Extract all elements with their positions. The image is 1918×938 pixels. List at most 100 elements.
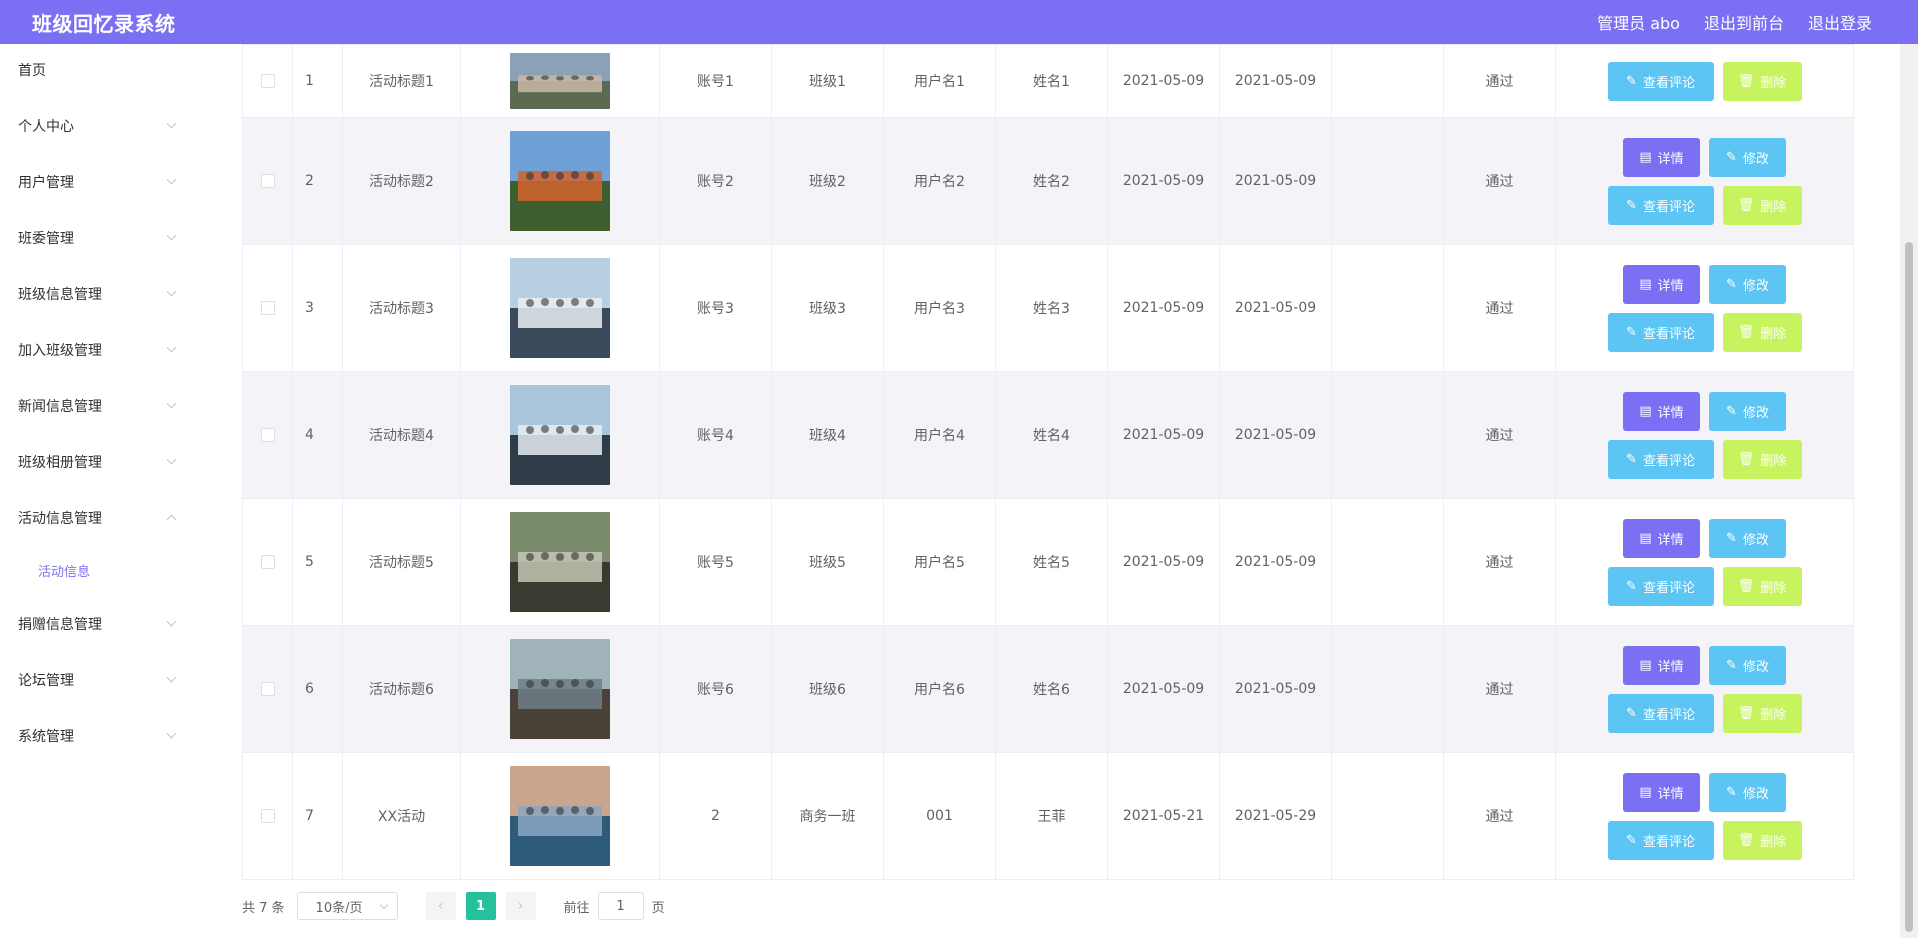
trash-icon: 🗑 xyxy=(1737,197,1755,213)
sidebar-item-profile[interactable]: 个人中心 xyxy=(0,106,197,146)
activity-photo xyxy=(510,53,610,109)
edit-button[interactable]: ✎ 修改 xyxy=(1709,137,1786,177)
sidebar-item-users[interactable]: 用户管理 xyxy=(0,162,197,202)
sidebar-item-class-info[interactable]: 班级信息管理 xyxy=(0,274,197,314)
actions-cell: ✎ 查看评论 🗑 删除 xyxy=(1555,44,1854,118)
edit-label: 修改 xyxy=(1742,532,1769,548)
vertical-scrollbar[interactable] xyxy=(1900,44,1918,938)
trash-icon: 🗑 xyxy=(1737,578,1755,594)
chevron-right-icon: › xyxy=(517,898,524,914)
view-comments-button[interactable]: ✎ 查看评论 xyxy=(1607,566,1714,606)
end-date-cell: 2021-05-09 xyxy=(1219,625,1332,753)
detail-button[interactable]: ▤ 详情 xyxy=(1623,391,1700,431)
admin-user-label[interactable]: 管理员 abo xyxy=(1597,10,1680,34)
sidebar-item-label: 首页 xyxy=(18,63,46,79)
account-cell: 账号2 xyxy=(659,117,772,245)
back-to-front-link[interactable]: 退出到前台 xyxy=(1704,10,1784,34)
sidebar-item-system[interactable]: 系统管理 xyxy=(0,716,197,756)
top-nav: 管理员 abo 退出到前台 退出登录 xyxy=(1597,10,1872,34)
account-cell: 2 xyxy=(659,752,772,880)
row-checkbox[interactable] xyxy=(260,682,275,696)
chevron-down-icon xyxy=(166,118,177,129)
chevron-up-icon xyxy=(166,514,177,525)
goto-page-input[interactable] xyxy=(597,892,644,920)
sidebar-item-label: 论坛管理 xyxy=(18,673,74,689)
edit-button[interactable]: ✎ 修改 xyxy=(1709,645,1786,685)
note-cell xyxy=(1331,498,1444,626)
view-comments-button[interactable]: ✎ 查看评论 xyxy=(1607,61,1714,101)
account-cell: 账号3 xyxy=(659,244,772,372)
activity-photo xyxy=(510,131,610,231)
status-cell: 通过 xyxy=(1443,752,1556,880)
view-comments-button[interactable]: ✎ 查看评论 xyxy=(1607,820,1714,860)
sidebar-item-forum[interactable]: 论坛管理 xyxy=(0,660,197,700)
sidebar-item-donation[interactable]: 捐赠信息管理 xyxy=(0,604,197,644)
view-comments-button[interactable]: ✎ 查看评论 xyxy=(1607,312,1714,352)
delete-button[interactable]: 🗑 删除 xyxy=(1722,185,1802,225)
row-checkbox[interactable] xyxy=(260,555,275,569)
next-page-button[interactable]: › xyxy=(505,892,536,920)
actions-cell: ▤ 详情 ✎ 修改 ✎ 查看评论 🗑 删除 xyxy=(1555,371,1854,499)
row-checkbox[interactable] xyxy=(260,174,275,188)
row-checkbox[interactable] xyxy=(260,809,275,823)
action-row: ▤ 详情 ✎ 修改 xyxy=(1623,391,1786,431)
sidebar-item-join-class[interactable]: 加入班级管理 xyxy=(0,330,197,370)
view-comments-button[interactable]: ✎ 查看评论 xyxy=(1607,693,1714,733)
edit-button[interactable]: ✎ 修改 xyxy=(1709,772,1786,812)
delete-label: 删除 xyxy=(1760,453,1787,469)
view-comments-button[interactable]: ✎ 查看评论 xyxy=(1607,185,1714,225)
detail-label: 详情 xyxy=(1657,532,1684,548)
sidebar-item-home[interactable]: 首页 xyxy=(0,50,197,90)
detail-button[interactable]: ▤ 详情 xyxy=(1623,645,1700,685)
pencil-icon: ✎ xyxy=(1726,403,1737,419)
edit-label: 修改 xyxy=(1742,405,1769,421)
row-checkbox[interactable] xyxy=(260,301,275,315)
username-cell: 用户名6 xyxy=(883,625,996,753)
note-cell xyxy=(1331,117,1444,245)
scrollbar-thumb[interactable] xyxy=(1905,242,1913,932)
edit-button[interactable]: ✎ 修改 xyxy=(1709,518,1786,558)
row-checkbox[interactable] xyxy=(260,428,275,442)
trash-icon: 🗑 xyxy=(1737,832,1755,848)
delete-button[interactable]: 🗑 删除 xyxy=(1722,820,1802,860)
view-comments-button[interactable]: ✎ 查看评论 xyxy=(1607,439,1714,479)
table-row: 5 活动标题5 账号5 班级5 用户名5 姓名5 2021-05-09 2021-05-09 通… xyxy=(242,498,1854,626)
pencil-icon: ✎ xyxy=(1626,197,1637,213)
detail-button[interactable]: ▤ 详情 xyxy=(1623,772,1700,812)
end-date-cell: 2021-05-29 xyxy=(1219,752,1332,880)
sidebar-item-album[interactable]: 班级相册管理 xyxy=(0,442,197,482)
sidebar-subitem-activity-info[interactable]: 活动信息 xyxy=(0,552,197,588)
page-size-select[interactable]: 10条/页 xyxy=(296,892,398,920)
goto-suffix: 页 xyxy=(651,900,665,916)
detail-button[interactable]: ▤ 详情 xyxy=(1623,518,1700,558)
sidebar: 首页 个人中心 用户管理 班委管理 班级信息管理 加入班级管理 新闻信息管理 班… xyxy=(0,44,197,938)
detail-button[interactable]: ▤ 详情 xyxy=(1623,264,1700,304)
delete-button[interactable]: 🗑 删除 xyxy=(1722,693,1802,733)
sidebar-item-activity[interactable]: 活动信息管理 xyxy=(0,498,197,538)
action-row: ▤ 详情 ✎ 修改 xyxy=(1623,137,1786,177)
pagination: 共 7 条 10条/页 ‹ 1 › 前往 页 xyxy=(242,892,665,920)
document-icon: ▤ xyxy=(1639,784,1652,800)
activity-photo xyxy=(510,512,610,612)
delete-label: 删除 xyxy=(1760,707,1787,723)
edit-button[interactable]: ✎ 修改 xyxy=(1709,391,1786,431)
sidebar-item-news[interactable]: 新闻信息管理 xyxy=(0,386,197,426)
action-row: ✎ 查看评论 🗑 删除 xyxy=(1607,61,1802,101)
edit-button[interactable]: ✎ 修改 xyxy=(1709,264,1786,304)
delete-button[interactable]: 🗑 删除 xyxy=(1722,61,1802,101)
prev-page-button[interactable]: ‹ xyxy=(425,892,456,920)
account-cell: 账号6 xyxy=(659,625,772,753)
page-number-button[interactable]: 1 xyxy=(465,892,496,920)
logout-link[interactable]: 退出登录 xyxy=(1808,10,1872,34)
select-cell xyxy=(242,44,293,118)
detail-button[interactable]: ▤ 详情 xyxy=(1623,137,1700,177)
sidebar-item-committee[interactable]: 班委管理 xyxy=(0,218,197,258)
end-date-cell: 2021-05-09 xyxy=(1219,244,1332,372)
delete-button[interactable]: 🗑 删除 xyxy=(1722,312,1802,352)
note-cell xyxy=(1331,371,1444,499)
view-comments-label: 查看评论 xyxy=(1642,453,1695,469)
goto-page: 前往 页 xyxy=(564,892,665,920)
delete-button[interactable]: 🗑 删除 xyxy=(1722,566,1802,606)
row-checkbox[interactable] xyxy=(260,74,275,88)
delete-button[interactable]: 🗑 删除 xyxy=(1722,439,1802,479)
